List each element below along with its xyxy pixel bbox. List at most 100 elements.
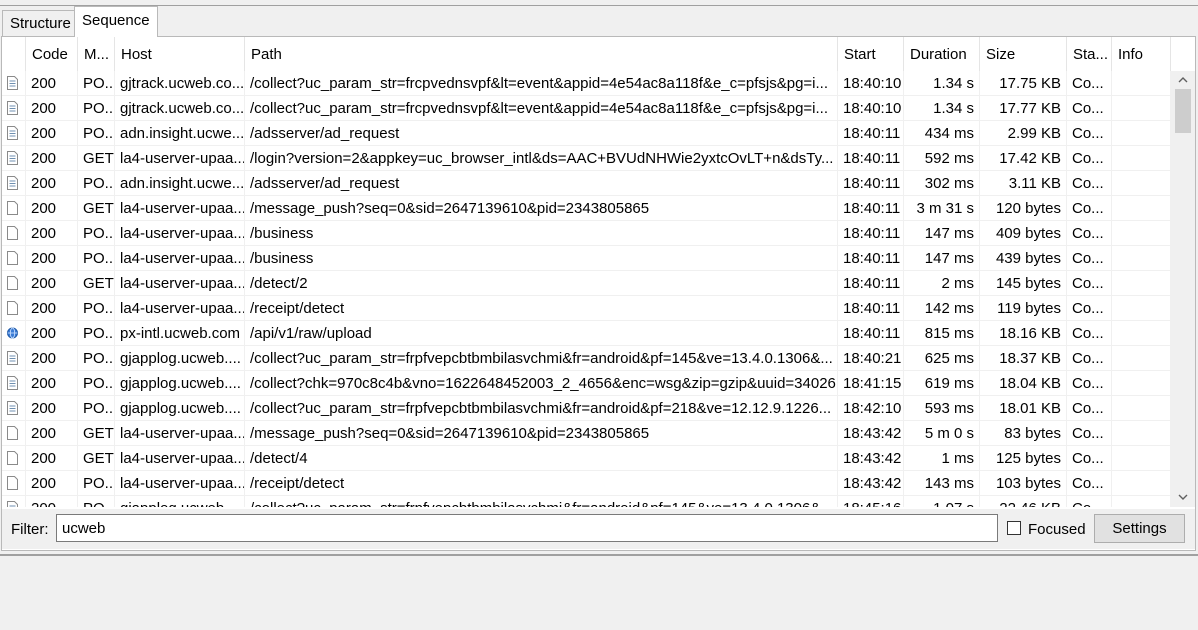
table-row[interactable]: 200 GET la4-userver-upaa.../detect/4 18:43:… bbox=[2, 446, 1171, 471]
header-path[interactable]: Path bbox=[245, 37, 838, 71]
cell-path: /collect?uc_param_str=frpfvepcbtbmbilasv… bbox=[245, 496, 838, 507]
cell-size: 17.75 KB bbox=[980, 71, 1067, 96]
cell-icon bbox=[2, 171, 26, 196]
cell-status: Co... bbox=[1067, 446, 1112, 471]
cell-status: Co... bbox=[1067, 321, 1112, 346]
header-status[interactable]: Sta... bbox=[1067, 37, 1112, 71]
request-table: Code M... Host Path Start Duration Size … bbox=[2, 37, 1171, 507]
cell-info bbox=[1112, 396, 1171, 421]
header-code[interactable]: Code bbox=[26, 37, 78, 71]
cell-code: 200 bbox=[26, 321, 78, 346]
cell-status: Co... bbox=[1067, 421, 1112, 446]
cell-status: Co... bbox=[1067, 221, 1112, 246]
table-row[interactable]: 200 PO... px-intl.ucweb.com/api/v1/raw/upl… bbox=[2, 321, 1171, 346]
cell-status: Co... bbox=[1067, 196, 1112, 221]
cell-info bbox=[1112, 296, 1171, 321]
cell-duration: 302 ms bbox=[904, 171, 980, 196]
header-duration[interactable]: Duration bbox=[904, 37, 980, 71]
cell-info bbox=[1112, 121, 1171, 146]
cell-icon bbox=[2, 71, 26, 96]
cell-path: /adsserver/ad_request bbox=[245, 171, 838, 196]
cell-info bbox=[1112, 471, 1171, 496]
header-host[interactable]: Host bbox=[115, 37, 245, 71]
cell-path: /receipt/detect bbox=[245, 471, 838, 496]
cell-start: 18:40:11 bbox=[838, 271, 904, 296]
cell-host: gjapplog.ucweb.... bbox=[115, 396, 245, 421]
table-row[interactable]: 200PO...gjapplog.ucweb..../collect?uc_pa… bbox=[2, 396, 1171, 421]
tab-structure[interactable]: Structure bbox=[2, 10, 79, 36]
cell-duration: 593 ms bbox=[904, 396, 980, 421]
table-row[interactable]: 200 PO... gjtrack.ucweb.co.../collect?uc_p… bbox=[2, 71, 1171, 96]
cell-duration: 147 ms bbox=[904, 246, 980, 271]
cell-start: 18:40:11 bbox=[838, 146, 904, 171]
cell-icon bbox=[2, 271, 26, 296]
cell-icon bbox=[2, 396, 26, 421]
cell-method: PO... bbox=[78, 71, 115, 96]
table-header: Code M... Host Path Start Duration Size … bbox=[2, 37, 1171, 71]
table-row[interactable]: 200 GET la4-userver-upaa.../message_push?s… bbox=[2, 421, 1171, 446]
scrollbar-thumb[interactable] bbox=[1175, 89, 1191, 133]
table-row[interactable]: 200 GET la4-userver-upaa.../login?version=… bbox=[2, 146, 1171, 171]
cell-start: 18:45:16 bbox=[838, 496, 904, 507]
cell-info bbox=[1112, 221, 1171, 246]
filter-input[interactable] bbox=[56, 514, 998, 542]
doc-blank-icon bbox=[7, 276, 18, 290]
focused-checkbox[interactable] bbox=[1007, 521, 1021, 535]
cell-code: 200 bbox=[26, 196, 78, 221]
scroll-up-arrow-icon[interactable] bbox=[1177, 74, 1189, 86]
cell-host: la4-userver-upaa... bbox=[115, 221, 245, 246]
cell-host: la4-userver-upaa... bbox=[115, 446, 245, 471]
cell-size: 17.42 KB bbox=[980, 146, 1067, 171]
table-row[interactable]: 200 PO... adn.insight.ucwe.../adsserver/ad… bbox=[2, 171, 1171, 196]
tab-sequence[interactable]: Sequence bbox=[74, 6, 158, 37]
cell-duration: 1.34 s bbox=[904, 96, 980, 121]
table-row[interactable]: 200 PO... gjapplog.ucweb..../collect?chk=9… bbox=[2, 371, 1171, 396]
cell-code: 200 bbox=[26, 471, 78, 496]
header-method[interactable]: M... bbox=[78, 37, 115, 71]
vertical-scrollbar[interactable] bbox=[1171, 71, 1195, 507]
table-row[interactable]: 200 GET la4-userver-upaa.../detect/2 18:40:… bbox=[2, 271, 1171, 296]
doc-blank-icon bbox=[7, 226, 18, 240]
cell-code: 200 bbox=[26, 221, 78, 246]
doc-lines-icon bbox=[7, 401, 18, 415]
table-row[interactable]: 200PO...gjapplog.ucweb..../collect?uc_pa… bbox=[2, 346, 1171, 371]
cell-start: 18:42:10 bbox=[838, 396, 904, 421]
cell-status: Co... bbox=[1067, 71, 1112, 96]
cell-start: 18:40:10 bbox=[838, 71, 904, 96]
cell-path: /business bbox=[245, 221, 838, 246]
cell-host: gjapplog.ucweb.... bbox=[115, 496, 245, 507]
cell-start: 18:40:11 bbox=[838, 196, 904, 221]
cell-icon bbox=[2, 321, 26, 346]
cell-host: px-intl.ucweb.com bbox=[115, 321, 245, 346]
cell-size: 125 bytes bbox=[980, 446, 1067, 471]
cell-start: 18:43:42 bbox=[838, 471, 904, 496]
header-start[interactable]: Start bbox=[838, 37, 904, 71]
scroll-down-arrow-icon[interactable] bbox=[1177, 491, 1189, 503]
header-size[interactable]: Size bbox=[980, 37, 1067, 71]
cell-icon bbox=[2, 246, 26, 271]
cell-duration: 147 ms bbox=[904, 221, 980, 246]
cell-duration: 3 m 31 s bbox=[904, 196, 980, 221]
table-row[interactable]: 200 PO... la4-userver-upaa.../business 18:4… bbox=[2, 246, 1171, 271]
cell-method: PO... bbox=[78, 246, 115, 271]
cell-path: /collect?uc_param_str=frcpvednsvpf&lt=ev… bbox=[245, 96, 838, 121]
header-info[interactable]: Info bbox=[1112, 37, 1171, 71]
cell-info bbox=[1112, 246, 1171, 271]
focused-label[interactable]: Focused bbox=[1028, 521, 1086, 538]
doc-lines-icon bbox=[7, 376, 18, 390]
table-row[interactable]: 200 PO... adn.insight.ucwe.../adsserver/ad… bbox=[2, 121, 1171, 146]
header-icon-column[interactable] bbox=[2, 37, 26, 71]
table-row[interactable]: 200 PO... la4-userver-upaa.../business 18:4… bbox=[2, 221, 1171, 246]
table-row[interactable]: 200 PO... la4-userver-upaa.../receipt/dete… bbox=[2, 296, 1171, 321]
table-row[interactable]: 200 PO... la4-userver-upaa.../receipt/dete… bbox=[2, 471, 1171, 496]
cell-method: PO... bbox=[78, 121, 115, 146]
cell-size: 409 bytes bbox=[980, 221, 1067, 246]
table-row[interactable]: 200PO...gjapplog.ucweb..../collect?uc_pa… bbox=[2, 496, 1171, 507]
settings-button[interactable]: Settings bbox=[1094, 514, 1185, 543]
table-row[interactable]: 200 GET la4-userver-upaa.../message_push?s… bbox=[2, 196, 1171, 221]
cell-size: 18.01 KB bbox=[980, 396, 1067, 421]
table-row[interactable]: 200 PO... gjtrack.ucweb.co.../collect?uc_p… bbox=[2, 96, 1171, 121]
cell-status: Co... bbox=[1067, 146, 1112, 171]
cell-method: PO... bbox=[78, 171, 115, 196]
cell-code: 200 bbox=[26, 421, 78, 446]
